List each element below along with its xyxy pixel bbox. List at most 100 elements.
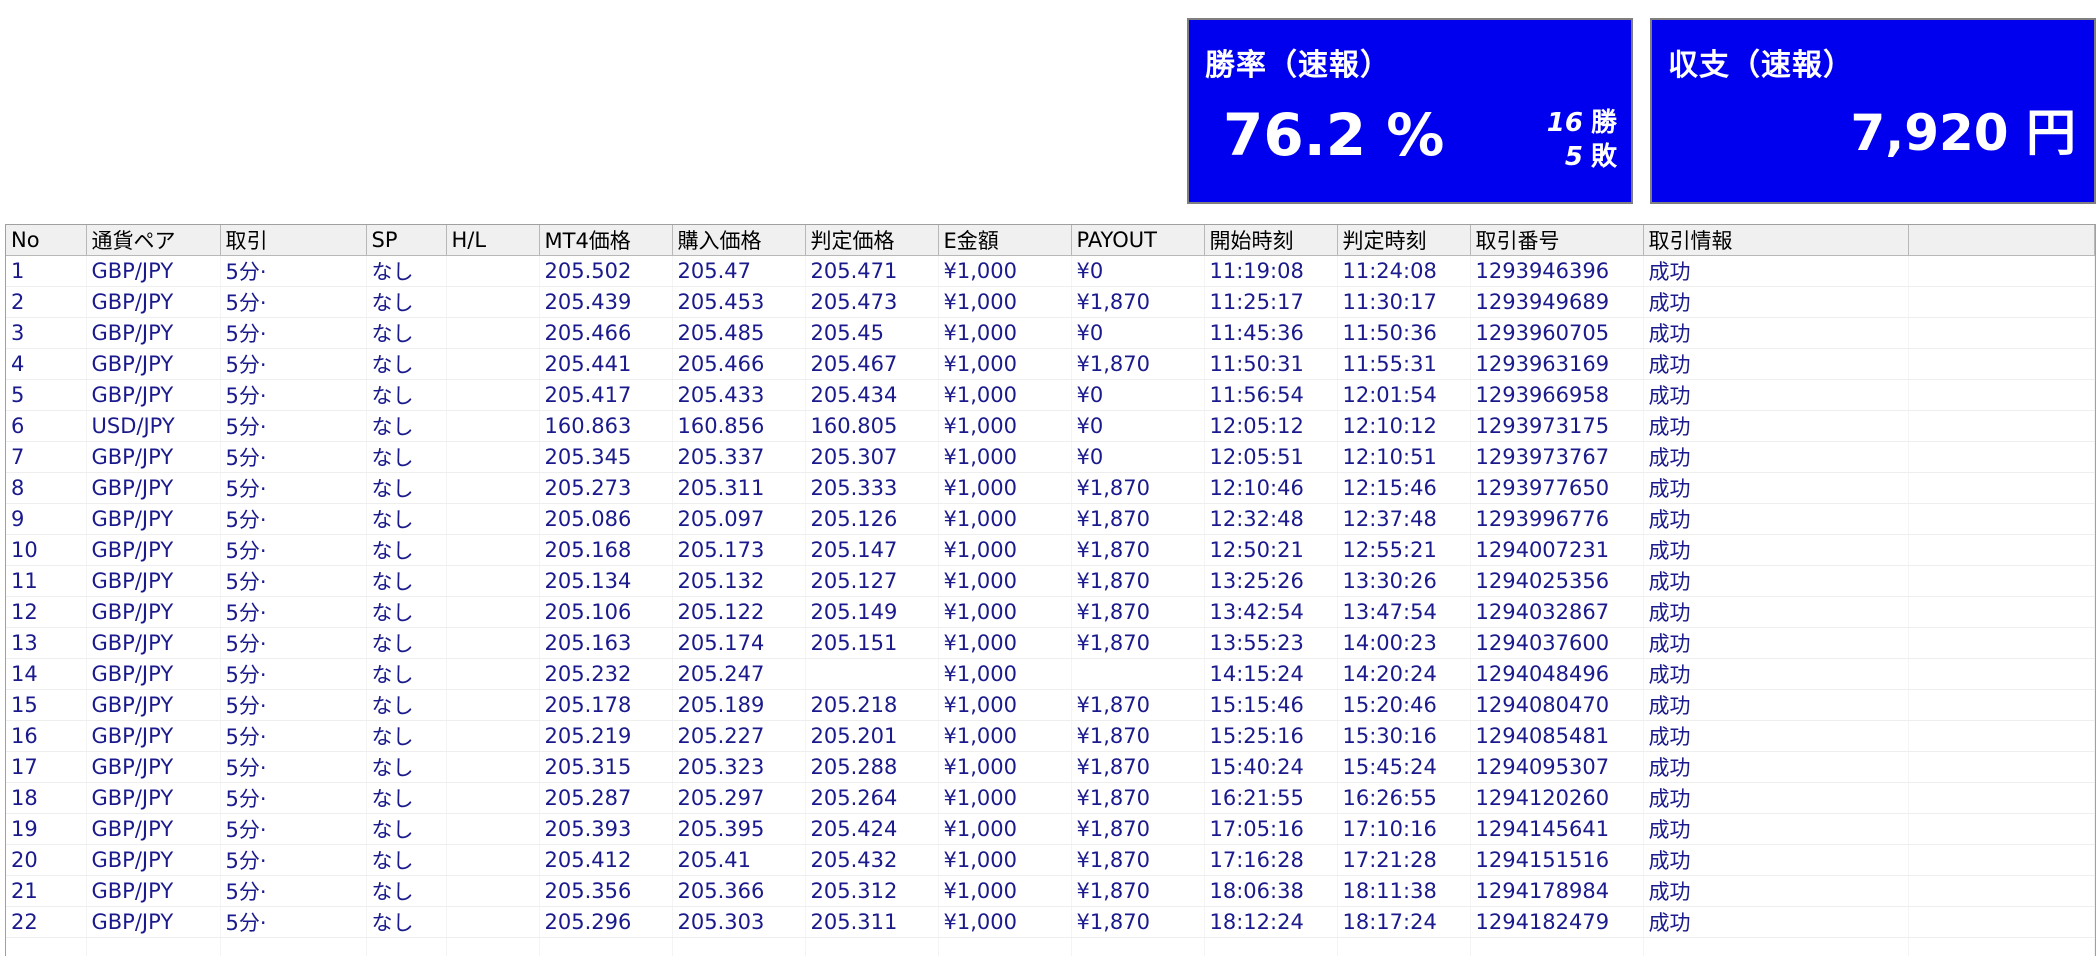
table-cell bbox=[1908, 441, 2095, 473]
table-cell: 1293963169 bbox=[1470, 348, 1644, 380]
table-cell: 12 bbox=[6, 596, 87, 628]
table-cell: 13:42:54 bbox=[1204, 596, 1338, 628]
empty-cell bbox=[366, 937, 447, 956]
table-row[interactable]: 8 GBP/JPY 5分· なし 205.273 205.311 205.333 ¥1,000… bbox=[6, 472, 2095, 504]
table-row[interactable]: 22 GBP/JPY 5分· なし 205.296 205.303 205.311 ¥1,00… bbox=[6, 906, 2095, 938]
column-header[interactable]: No bbox=[6, 225, 87, 256]
column-header[interactable]: 判定価格 bbox=[805, 225, 939, 256]
table-cell: 205.264 bbox=[805, 782, 939, 814]
table-cell: ¥1,870 bbox=[1071, 627, 1205, 659]
table-cell: 1293973767 bbox=[1470, 441, 1644, 473]
table-row[interactable]: 14 GBP/JPY 5分· なし 205.232 205.247 ¥1,000 14:15:… bbox=[6, 658, 2095, 690]
table-cell: 成功 bbox=[1643, 441, 1909, 473]
table-cell: ¥1,870 bbox=[1071, 720, 1205, 752]
table-cell: なし bbox=[366, 534, 447, 566]
table-cell: ¥1,000 bbox=[938, 782, 1072, 814]
column-header[interactable]: 取引番号 bbox=[1470, 225, 1644, 256]
table-cell: 22 bbox=[6, 906, 87, 938]
table-cell: 14:00:23 bbox=[1337, 627, 1471, 659]
table-row[interactable]: 13 GBP/JPY 5分· なし 205.163 205.174 205.151 ¥1,00… bbox=[6, 627, 2095, 659]
table-cell: 15 bbox=[6, 689, 87, 721]
table-cell bbox=[446, 379, 540, 411]
table-cell: 205.122 bbox=[672, 596, 806, 628]
header-row: No 通貨ペア 取引 SP H/L MT4価格 購入価格 判定価格 E金額 PAYOUT 開始時刻判… bbox=[6, 225, 2095, 256]
table-cell bbox=[1908, 348, 2095, 380]
table-row[interactable]: 6 USD/JPY 5分· なし 160.863 160.856 160.805 ¥1,000… bbox=[6, 410, 2095, 442]
table-row[interactable]: 20 GBP/JPY 5分· なし 205.412 205.41 205.432 ¥1,000… bbox=[6, 844, 2095, 876]
table-cell: 18:06:38 bbox=[1204, 875, 1338, 907]
table-cell: 205.296 bbox=[539, 906, 673, 938]
table-row[interactable]: 5 GBP/JPY 5分· なし 205.417 205.433 205.434 ¥1,000… bbox=[6, 379, 2095, 411]
table-cell: ¥1,000 bbox=[938, 689, 1072, 721]
table-row[interactable]: 19 GBP/JPY 5分· なし 205.393 205.395 205.424 ¥1,00… bbox=[6, 813, 2095, 845]
empty-cell bbox=[1470, 937, 1644, 956]
table-cell: 成功 bbox=[1643, 534, 1909, 566]
column-header[interactable]: MT4価格 bbox=[539, 225, 673, 256]
table-row[interactable]: 15 GBP/JPY 5分· なし 205.178 205.189 205.218 ¥1,00… bbox=[6, 689, 2095, 721]
table-cell: 11:55:31 bbox=[1337, 348, 1471, 380]
table-cell: ¥1,000 bbox=[938, 906, 1072, 938]
table-cell: ¥1,000 bbox=[938, 534, 1072, 566]
table-row[interactable]: 18 GBP/JPY 5分· なし 205.287 205.297 205.264 ¥1,00… bbox=[6, 782, 2095, 814]
column-header[interactable]: SP bbox=[366, 225, 447, 256]
table-cell: 3 bbox=[6, 317, 87, 349]
column-header[interactable]: 通貨ペア bbox=[86, 225, 221, 256]
table-cell: 成功 bbox=[1643, 844, 1909, 876]
table-row[interactable]: 21 GBP/JPY 5分· なし 205.356 205.366 205.312 ¥1,00… bbox=[6, 875, 2095, 907]
table-cell: 16:26:55 bbox=[1337, 782, 1471, 814]
table-row[interactable]: 4 GBP/JPY 5分· なし 205.441 205.466 205.467 ¥1,000… bbox=[6, 348, 2095, 380]
table-cell: 11:45:36 bbox=[1204, 317, 1338, 349]
trade-history-grid[interactable]: No 通貨ペア 取引 SP H/L MT4価格 購入価格 判定価格 E金額 PAYOUT 開始時刻判… bbox=[5, 224, 2096, 956]
table-cell: 205.227 bbox=[672, 720, 806, 752]
table-cell: 11:25:17 bbox=[1204, 286, 1338, 318]
column-header[interactable]: 取引 bbox=[220, 225, 367, 256]
table-row[interactable]: 1 GBP/JPY 5分· なし 205.502 205.47 205.471 ¥1,000 ¥… bbox=[6, 255, 2095, 287]
table-cell: 205.219 bbox=[539, 720, 673, 752]
table-cell: 5分· bbox=[220, 503, 367, 535]
table-cell: 205.189 bbox=[672, 689, 806, 721]
column-header[interactable]: E金額 bbox=[938, 225, 1072, 256]
column-header[interactable]: 購入価格 bbox=[672, 225, 806, 256]
table-cell: 205.471 bbox=[805, 255, 939, 287]
table-cell: 205.473 bbox=[805, 286, 939, 318]
table-cell: 16 bbox=[6, 720, 87, 752]
table-row[interactable]: 10 GBP/JPY 5分· なし 205.168 205.173 205.147 ¥1,00… bbox=[6, 534, 2095, 566]
table-cell: ¥0 bbox=[1071, 410, 1205, 442]
empty-row bbox=[6, 937, 2095, 956]
table-cell: 17 bbox=[6, 751, 87, 783]
table-cell: ¥1,870 bbox=[1071, 751, 1205, 783]
table-cell: 205.173 bbox=[672, 534, 806, 566]
table-cell: 18:12:24 bbox=[1204, 906, 1338, 938]
table-cell: なし bbox=[366, 410, 447, 442]
column-header[interactable]: 開始時刻 bbox=[1204, 225, 1338, 256]
column-header[interactable] bbox=[1908, 225, 2095, 256]
column-header[interactable]: PAYOUT bbox=[1071, 225, 1205, 256]
table-cell: ¥1,000 bbox=[938, 751, 1072, 783]
table-cell: 12:50:21 bbox=[1204, 534, 1338, 566]
table-row[interactable]: 16 GBP/JPY 5分· なし 205.219 205.227 205.201 ¥1,00… bbox=[6, 720, 2095, 752]
table-cell: 160.805 bbox=[805, 410, 939, 442]
table-row[interactable]: 9 GBP/JPY 5分· なし 205.086 205.097 205.126 ¥1,000… bbox=[6, 503, 2095, 535]
column-header[interactable]: 取引情報 bbox=[1643, 225, 1909, 256]
table-cell: 17:21:28 bbox=[1337, 844, 1471, 876]
table-cell: 成功 bbox=[1643, 379, 1909, 411]
table-cell: GBP/JPY bbox=[86, 286, 221, 318]
table-cell bbox=[1908, 286, 2095, 318]
table-cell: 成功 bbox=[1643, 348, 1909, 380]
table-row[interactable]: 12 GBP/JPY 5分· なし 205.106 205.122 205.149 ¥1,00… bbox=[6, 596, 2095, 628]
column-header[interactable]: H/L bbox=[446, 225, 540, 256]
table-row[interactable]: 3 GBP/JPY 5分· なし 205.466 205.485 205.45 ¥1,000 ¥… bbox=[6, 317, 2095, 349]
table-row[interactable]: 2 GBP/JPY 5分· なし 205.439 205.453 205.473 ¥1,000… bbox=[6, 286, 2095, 318]
table-cell bbox=[1908, 503, 2095, 535]
table-cell bbox=[446, 565, 540, 597]
table-row[interactable]: 17 GBP/JPY 5分· なし 205.315 205.323 205.288 ¥1,00… bbox=[6, 751, 2095, 783]
table-cell: ¥1,000 bbox=[938, 503, 1072, 535]
table-cell bbox=[1908, 627, 2095, 659]
table-cell: ¥0 bbox=[1071, 255, 1205, 287]
table-cell: 205.441 bbox=[539, 348, 673, 380]
table-cell: 6 bbox=[6, 410, 87, 442]
column-header[interactable]: 判定時刻 bbox=[1337, 225, 1471, 256]
table-row[interactable]: 11 GBP/JPY 5分· なし 205.134 205.132 205.127 ¥1,00… bbox=[6, 565, 2095, 597]
table-cell: GBP/JPY bbox=[86, 348, 221, 380]
table-row[interactable]: 7 GBP/JPY 5分· なし 205.345 205.337 205.307 ¥1,000… bbox=[6, 441, 2095, 473]
